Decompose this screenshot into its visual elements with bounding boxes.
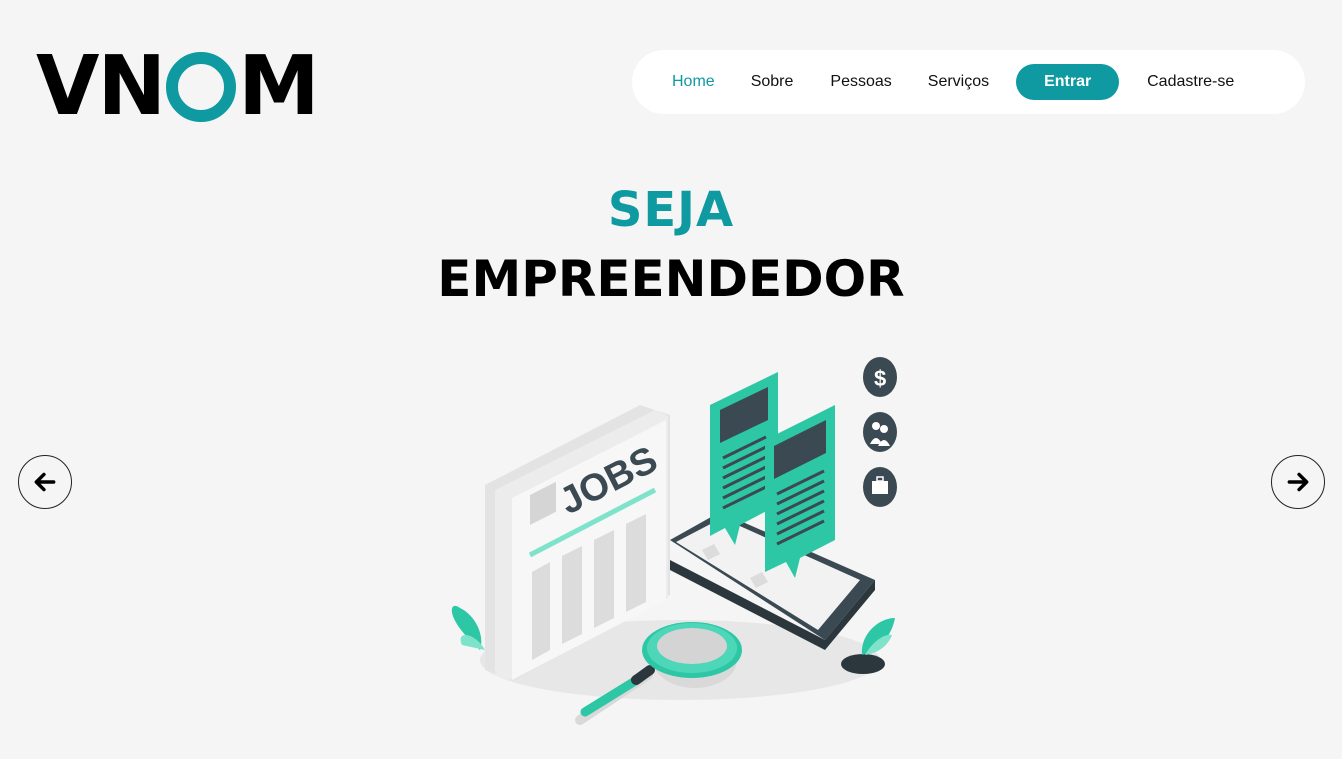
carousel-prev-button[interactable] <box>18 455 72 509</box>
carousel-next-button[interactable] <box>1271 455 1325 509</box>
jobs-search-illustration: JOBS $ <box>451 357 897 725</box>
briefcase-coin-icon <box>863 467 897 507</box>
signup-link[interactable]: Cadastre-se <box>1147 73 1234 91</box>
nav-item-pessoas[interactable]: Pessoas <box>830 73 891 91</box>
svg-text:$: $ <box>874 366 886 391</box>
logo-text-end: M <box>238 39 320 134</box>
people-coin-icon <box>863 412 897 452</box>
nav-item-servicos[interactable]: Serviços <box>928 73 989 91</box>
arrow-left-icon <box>34 472 56 492</box>
arrow-right-icon <box>1287 472 1309 492</box>
leaf-left-icon <box>451 605 485 650</box>
logo[interactable]: VN M <box>36 39 320 134</box>
nav-item-sobre[interactable]: Sobre <box>751 73 794 91</box>
logo-text-start: VN <box>36 39 166 134</box>
nav-item-home[interactable]: Home <box>672 73 715 91</box>
logo-o-ring <box>166 52 237 122</box>
hero-headline-line1: SEJA <box>607 182 735 238</box>
login-button[interactable]: Entrar <box>1016 64 1120 100</box>
dollar-coin-icon: $ <box>863 357 897 397</box>
main-nav: Home Sobre Pessoas Serviços Entrar Cadas… <box>632 50 1305 114</box>
hero-headline-line2: EMPREENDEDOR <box>437 250 905 308</box>
